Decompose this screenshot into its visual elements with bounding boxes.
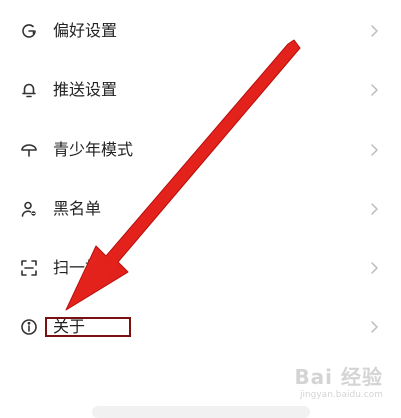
- menu-item-label: 青少年模式: [53, 140, 134, 159]
- umbrella-icon: [20, 141, 38, 159]
- menu-item-about[interactable]: 关于: [0, 303, 401, 351]
- watermark-url: jingyan.baidu.com: [299, 390, 383, 400]
- chevron-right-icon: [369, 143, 379, 157]
- menu-item-label: 扫一扫: [53, 258, 102, 277]
- menu-item-label: 黑名单: [53, 199, 102, 218]
- menu-item-blacklist[interactable]: 黑名单: [0, 185, 401, 233]
- menu-item-scan[interactable]: 扫一扫: [0, 244, 401, 292]
- menu-item-label: 关于: [53, 317, 86, 336]
- chevron-right-icon: [369, 261, 379, 275]
- preference-icon: [20, 22, 38, 40]
- scan-icon: [20, 259, 38, 277]
- bell-icon: [20, 81, 38, 99]
- blocked-user-icon: [20, 200, 38, 218]
- info-icon: [20, 318, 38, 336]
- menu-item-label: 偏好设置: [53, 21, 118, 40]
- menu-item-push-settings[interactable]: 推送设置: [0, 66, 401, 114]
- chevron-right-icon: [369, 24, 379, 38]
- watermark-logo: Bai 经验 jingyan.baidu.com: [294, 361, 383, 400]
- menu-item-label: 推送设置: [53, 80, 118, 99]
- menu-item-preferences[interactable]: 偏好设置: [0, 7, 401, 55]
- menu-item-teen-mode[interactable]: 青少年模式: [0, 126, 401, 174]
- watermark-brand: Bai 经验: [294, 365, 383, 389]
- chevron-right-icon: [369, 83, 379, 97]
- bottom-pill: [92, 406, 310, 418]
- chevron-right-icon: [369, 320, 379, 334]
- chevron-right-icon: [369, 202, 379, 216]
